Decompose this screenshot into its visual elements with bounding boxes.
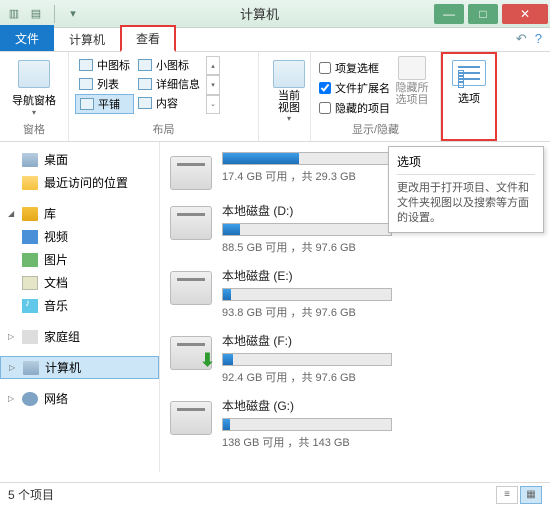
close-button[interactable]: ✕ [502,4,548,24]
quick-access-toolbar: ▥ ▤ ▾ [0,5,87,23]
navigation-sidebar: 桌面 最近访问的位置 库 视频 图片 文档 音乐 家庭组 计算机 网络 [0,142,160,472]
view-tiles-icon[interactable]: ▦ [520,486,542,504]
drive-icon [170,336,212,370]
drive-icon [170,401,212,435]
titlebar: ▥ ▤ ▾ 计算机 — □ ✕ [0,0,550,28]
group-current-view: 当前 视图 ▾ [259,52,311,141]
options-label: 选项 [458,90,480,106]
sidebar-item-desktop[interactable]: 桌面 [0,148,159,171]
tab-file[interactable]: 文件 [0,25,54,51]
group-show-hide-label: 显示/隐藏 [317,119,434,137]
sidebar-item-music[interactable]: 音乐 [0,294,159,317]
layout-content[interactable]: 内容 [134,94,204,112]
sidebar-header-libraries[interactable]: 库 [0,202,159,225]
app-icon: ▥ [6,6,22,22]
current-view-icon [273,60,305,88]
sidebar-item-pictures[interactable]: 图片 [0,248,159,271]
drive-free-text: 88.5 GB 可用 ，共 97.6 GB [222,239,540,255]
navigation-pane-button[interactable]: 导航窗格 ▾ [6,56,62,117]
drive-free-text: 92.4 GB 可用 ，共 97.6 GB [222,369,540,385]
maximize-button[interactable]: □ [468,4,498,24]
properties-icon[interactable]: ▤ [28,6,44,22]
status-bar: 5 个项目 ≡ ▦ [0,482,550,506]
hide-selected-button[interactable]: 隐藏所 选项目 [392,56,432,116]
check-file-extensions[interactable]: 文件扩展名 [319,80,390,96]
current-view-button[interactable]: 当前 视图 ▾ [265,56,313,123]
minimize-button[interactable]: — [434,4,464,24]
drive-capacity-bar [222,288,392,301]
layout-medium-icons[interactable]: 中图标 [75,56,134,74]
drive-capacity-bar [222,353,392,366]
sidebar-header-computer[interactable]: 计算机 [0,356,159,379]
layout-gallery-scroll[interactable]: ▴▾⌄ [206,56,220,114]
group-panes: 导航窗格 ▾ 窗格 [0,52,69,141]
check-hidden-items[interactable]: 隐藏的项目 [319,100,390,116]
ribbon: 导航窗格 ▾ 窗格 中图标 列表 平铺 小图标 详细信息 内容 ▴▾⌄ 布局 当… [0,52,550,142]
group-layout: 中图标 列表 平铺 小图标 详细信息 内容 ▴▾⌄ 布局 [69,52,259,141]
navigation-pane-label: 导航窗格 [12,92,56,108]
group-panes-label: 窗格 [6,119,62,137]
layout-small-icons[interactable]: 小图标 [134,56,204,74]
drive-capacity-bar [222,418,392,431]
layout-details[interactable]: 详细信息 [134,75,204,93]
hide-selected-icon [398,56,426,80]
layout-list[interactable]: 列表 [75,75,134,93]
sidebar-header-network[interactable]: 网络 [0,387,159,410]
sidebar-item-recent[interactable]: 最近访问的位置 [0,171,159,194]
drive-icon [170,206,212,240]
group-layout-label: 布局 [75,119,252,137]
drive-capacity-bar [222,223,392,236]
options-icon [452,60,486,86]
chevron-down-icon: ▾ [32,108,36,117]
drive-icon [170,271,212,305]
qat-dropdown-icon[interactable]: ▾ [65,6,81,22]
help-icon[interactable]: ? [535,31,542,47]
layout-tiles[interactable]: 平铺 [75,94,134,114]
tooltip-title: 选项 [397,153,535,175]
tab-computer[interactable]: 计算机 [54,27,120,51]
drive-item[interactable]: 本地磁盘 (G:) 138 GB 可用 ，共 143 GB [160,391,550,456]
options-button[interactable]: 选项 [441,52,497,141]
chevron-down-icon: ▾ [287,114,291,123]
drive-item[interactable]: 本地磁盘 (E:) 93.8 GB 可用 ，共 97.6 GB [160,261,550,326]
group-show-hide: 项复选框 文件扩展名 隐藏的项目 隐藏所 选项目 显示/隐藏 [311,52,441,141]
drive-name: 本地磁盘 (G:) [222,397,540,414]
item-count: 5 个项目 [8,486,54,503]
check-item-checkboxes[interactable]: 项复选框 [319,60,390,76]
options-tooltip: 选项 更改用于打开项目、文件和文件夹视图以及搜索等方面的设置。 [388,146,544,233]
ribbon-tabs: 文件 计算机 查看 ↶ ? [0,28,550,52]
navigation-pane-icon [18,60,50,88]
view-details-icon[interactable]: ≡ [496,486,518,504]
minimize-ribbon-icon[interactable]: ↶ [516,31,527,47]
drive-name: 本地磁盘 (F:) [222,332,540,349]
sidebar-item-videos[interactable]: 视频 [0,225,159,248]
drive-item[interactable]: 本地磁盘 (F:) 92.4 GB 可用 ，共 97.6 GB [160,326,550,391]
tab-view[interactable]: 查看 [120,25,176,52]
drive-free-text: 138 GB 可用 ，共 143 GB [222,434,540,450]
drive-free-text: 93.8 GB 可用 ，共 97.6 GB [222,304,540,320]
drive-icon [170,156,212,190]
drive-capacity-bar [222,152,392,165]
tooltip-body: 更改用于打开项目、文件和文件夹视图以及搜索等方面的设置。 [397,181,535,226]
current-view-label: 当前 视图 [278,90,300,114]
hide-selected-label: 隐藏所 选项目 [396,82,429,106]
sidebar-item-documents[interactable]: 文档 [0,271,159,294]
sidebar-header-homegroup[interactable]: 家庭组 [0,325,159,348]
window-title: 计算机 [87,4,432,23]
drive-name: 本地磁盘 (E:) [222,267,540,284]
